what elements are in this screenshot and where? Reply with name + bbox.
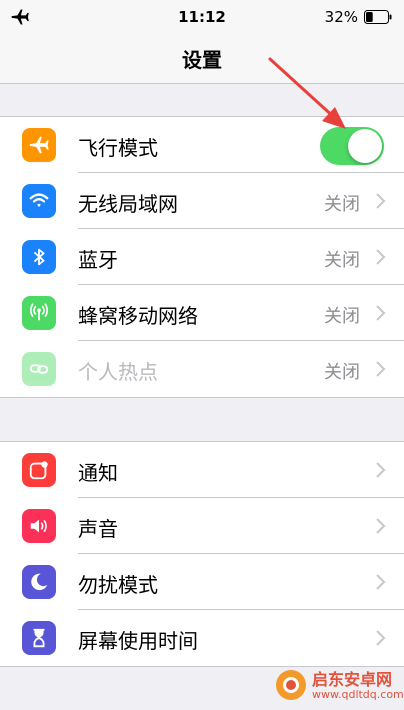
- chevron-right-icon: [376, 193, 386, 209]
- chevron-right-icon: [376, 462, 386, 478]
- settings-row-sounds[interactable]: 声音: [0, 498, 404, 554]
- settings-row-value: 关闭: [324, 362, 360, 383]
- settings-row-do-not-disturb[interactable]: 勿扰模式: [0, 554, 404, 610]
- settings-row-screen-time[interactable]: 屏幕使用时间: [0, 610, 404, 666]
- settings-row-wifi[interactable]: 无线局域网 关闭: [0, 173, 404, 229]
- settings-row-label: 蓝牙: [78, 248, 118, 272]
- settings-row-label: 声音: [78, 517, 118, 541]
- watermark-logo-icon: [276, 670, 306, 700]
- watermark: 启东安卓网 www.qdltdq.com: [268, 664, 404, 708]
- notifications-group: 通知 声音 勿扰模式 屏幕使用时间: [0, 441, 404, 667]
- chevron-right-icon: [376, 630, 386, 646]
- toggle-knob: [348, 129, 382, 163]
- hotspot-icon: [22, 352, 56, 386]
- settings-row-label: 蜂窝移动网络: [78, 304, 198, 328]
- settings-row-cellular[interactable]: 蜂窝移动网络 关闭: [0, 285, 404, 341]
- battery-icon: [364, 10, 392, 24]
- settings-row-label: 勿扰模式: [78, 573, 158, 597]
- sound-icon: [22, 509, 56, 543]
- settings-row-value: 关闭: [324, 306, 360, 327]
- settings-row-bluetooth[interactable]: 蓝牙 关闭: [0, 229, 404, 285]
- chevron-right-icon: [376, 361, 386, 377]
- chevron-right-icon: [376, 305, 386, 321]
- settings-row-notifications[interactable]: 通知: [0, 442, 404, 498]
- settings-row-label: 个人热点: [78, 360, 158, 384]
- annotation-arrow-icon: [268, 57, 346, 129]
- settings-row-value: 关闭: [324, 250, 360, 271]
- settings-row-label: 无线局域网: [78, 192, 178, 216]
- settings-row-label: 飞行模式: [78, 136, 158, 160]
- settings-row-value: 关闭: [324, 194, 360, 215]
- chevron-right-icon: [376, 249, 386, 265]
- wifi-icon: [22, 184, 56, 218]
- watermark-url: www.qdltdq.com: [312, 688, 404, 701]
- battery-percent: 32%: [324, 8, 358, 26]
- settings-row-label: 通知: [78, 461, 118, 485]
- bluetooth-icon: [22, 240, 56, 274]
- cellular-icon: [22, 296, 56, 330]
- chevron-right-icon: [376, 574, 386, 590]
- airplane-icon: [22, 128, 56, 162]
- moon-icon: [22, 565, 56, 599]
- settings-row-label: 屏幕使用时间: [78, 629, 198, 653]
- watermark-name: 启东安卓网: [312, 670, 393, 689]
- connectivity-group: 飞行模式 无线局域网 关闭 蓝牙 关闭 蜂窝移动网络 关闭 个人热点 关闭: [0, 116, 404, 398]
- chevron-right-icon: [376, 518, 386, 534]
- status-bar: 11:12 32%: [0, 0, 404, 34]
- notifications-icon: [22, 453, 56, 487]
- settings-row-personal-hotspot[interactable]: 个人热点 关闭: [0, 341, 404, 397]
- hourglass-icon: [22, 621, 56, 655]
